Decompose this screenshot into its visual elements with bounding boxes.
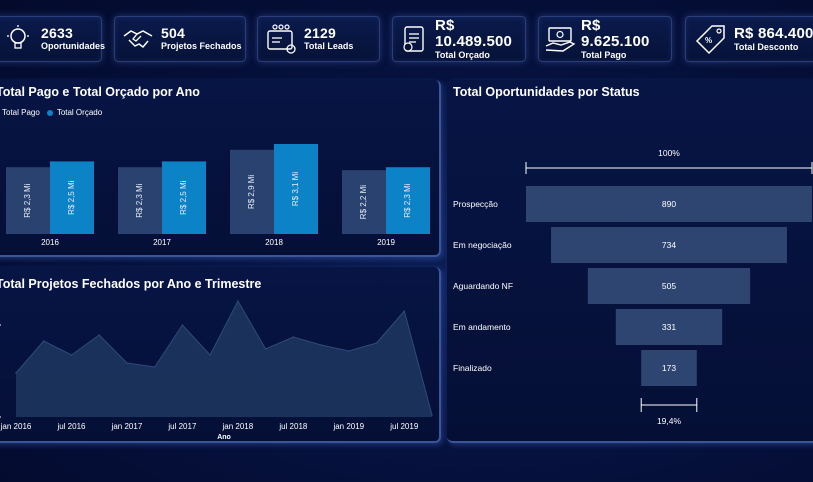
funnel-value-label: 173: [662, 363, 676, 373]
kpi-value: 2633: [41, 25, 73, 42]
bar-chart-panel: Total Pago e Total Orçado por Ano Total …: [0, 80, 441, 257]
x-tick-label: jul 2018: [278, 422, 308, 431]
kpi-card-total-pago: R$ 9.625.100 Total Pago: [538, 16, 672, 62]
kpi-label: Oportunidades: [41, 41, 106, 52]
kpi-card-total-orcado: R$ 10.489.500 Total Orçado: [392, 16, 526, 62]
data-point: [292, 336, 295, 338]
bar-data-label: R$ 2,5 Mi: [179, 180, 188, 214]
funnel-category-label: Prospecção: [453, 199, 498, 209]
x-tick-label: 2019: [377, 238, 395, 247]
x-tick-label: jan 2019: [332, 422, 364, 431]
funnel-chart-panel: Total Oportunidades por Status 100% 890 Pr…: [447, 80, 813, 443]
kpi-card-oportunidades: 2633 Oportunidades: [0, 16, 106, 62]
kpi-card-projetos-fechados: 504 Projetos Fechados: [114, 16, 246, 62]
bar-data-label: R$ 2,3 Mi: [403, 183, 412, 217]
funnel-category-label: Aguardando NF: [453, 281, 513, 291]
x-tick-label: jan 2017: [111, 422, 143, 431]
data-point: [181, 324, 184, 326]
kpi-value: R$ 10.489.500: [435, 17, 513, 50]
bar-data-label: R$ 2,2 Mi: [359, 185, 368, 219]
data-point: [431, 414, 433, 416]
data-point: [375, 342, 378, 344]
data-point: [70, 354, 73, 356]
funnel-category-label: Em negociação: [453, 240, 512, 250]
svg-text:%: %: [705, 36, 712, 45]
area-chart-panel: Total Projetos Fechados por Ano e Trimes…: [0, 267, 441, 443]
bar-data-label: R$ 2,9 Mi: [247, 175, 256, 209]
data-point: [15, 372, 17, 374]
data-point: [98, 334, 100, 336]
kpi-label: Total Pago: [581, 49, 627, 60]
data-point: [264, 348, 267, 350]
area-chart: jan 2016 jul 2016 jan 2017 jul 2017 jan 2018…: [0, 299, 433, 441]
bar-chart: R$ 2,3 Mi R$ 2,5 Mi 2016 R$ 2,3 Mi R$ 2,5 Mi…: [6, 144, 430, 247]
bar-data-label: R$ 2,5 Mi: [67, 180, 76, 214]
kpi-label: Total Desconto: [734, 41, 799, 52]
kpi-label: Total Leads: [304, 41, 354, 52]
funnel-value-label: 890: [662, 199, 676, 209]
kpi-value: R$ 9.625.100: [581, 17, 650, 50]
x-tick-label: jan 2018: [222, 422, 254, 431]
funnel-category-label: Em andamento: [453, 322, 511, 332]
data-point: [209, 354, 211, 356]
funnel-category-label: Finalizado: [453, 363, 492, 373]
kpi-value: 504: [161, 25, 185, 42]
lightbulb-icon: [7, 25, 29, 49]
handshake-icon: [123, 30, 153, 49]
x-axis-label: Ano: [217, 434, 231, 441]
bar-data-label: R$ 3,1 Mi: [291, 172, 300, 206]
funnel-value-label: 734: [662, 240, 676, 250]
x-tick-label: 2018: [265, 238, 283, 247]
x-tick-label: jul 2017: [167, 422, 197, 431]
kpi-value: R$ 864.400: [734, 24, 813, 42]
area-fill: [16, 301, 432, 417]
funnel-chart: 100% 890 Prospecção 734 Em negociação 505 Agua…: [453, 148, 813, 426]
kpi-card-total-leads: 2129 Total Leads: [257, 16, 380, 62]
funnel-top-pct: 100%: [658, 148, 680, 158]
kpi-card-total-desconto: % R$ 864.400 Total Desconto: [685, 16, 813, 62]
funnel-value-label: 331: [662, 322, 676, 332]
data-point: [320, 344, 322, 346]
bar-data-label: R$ 2,3 Mi: [135, 183, 144, 217]
x-tick-label: 2016: [41, 238, 59, 247]
data-point: [153, 366, 156, 368]
budget-document-icon: [403, 26, 424, 52]
kpi-label: Total Orçado: [435, 49, 490, 60]
money-hand-icon: [545, 27, 576, 52]
funnel-value-label: 505: [662, 281, 676, 291]
x-tick-label: jul 2019: [389, 422, 419, 431]
data-point: [42, 340, 45, 342]
funnel-bottom-pct: 19,4%: [657, 416, 682, 426]
data-point: [348, 350, 350, 352]
data-point: [403, 310, 406, 312]
bar-data-label: R$ 2,3 Mi: [23, 183, 32, 217]
kpi-label: Projetos Fechados: [161, 41, 242, 52]
x-tick-label: 2017: [153, 238, 171, 247]
kpi-value: 2129: [304, 25, 336, 42]
data-point: [126, 362, 128, 364]
leads-dashboard-icon: [267, 24, 296, 54]
discount-tag-icon: %: [695, 25, 725, 55]
data-point: [237, 300, 239, 302]
x-tick-label: jan 2016: [0, 422, 32, 431]
x-tick-label: jul 2016: [56, 422, 86, 431]
